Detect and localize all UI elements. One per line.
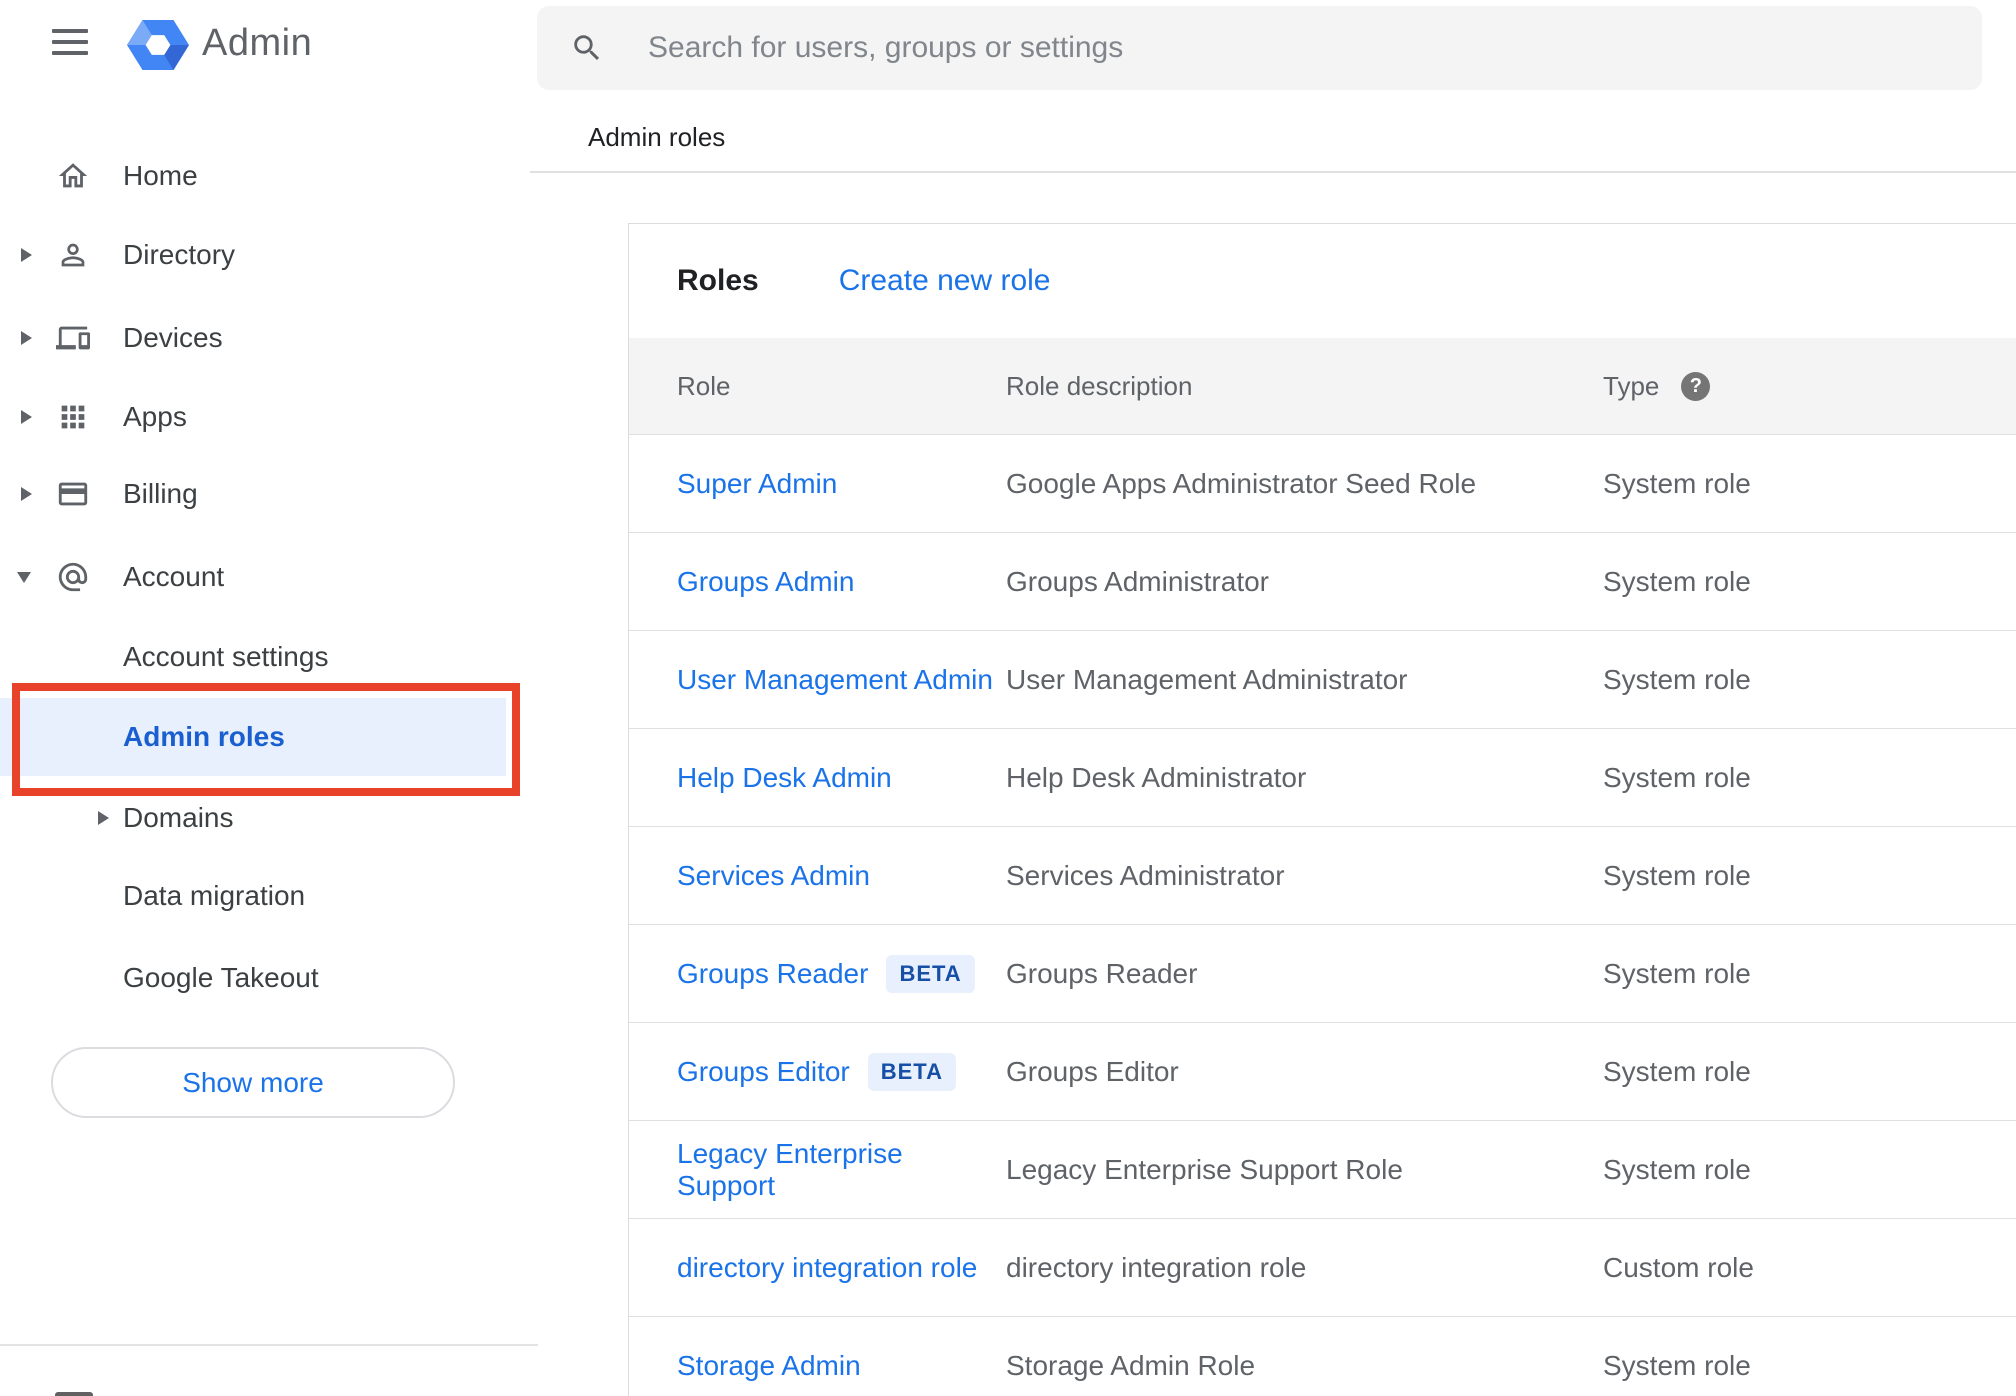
google-admin-console: Admin Home Directory Devices Apps Billin… — [0, 0, 2016, 1396]
table-row: directory integration role directory int… — [629, 1219, 2016, 1317]
sidebar-item-label: Billing — [123, 478, 198, 509]
product-title: Admin — [202, 22, 313, 64]
sidebar-item-label: Account — [123, 561, 225, 592]
sidebar-item-label: Data migration — [123, 880, 306, 911]
roles-card: Roles Create new role Role Role descript… — [628, 223, 2016, 1396]
credit-card-icon — [56, 477, 90, 511]
role-link[interactable]: Legacy Enterprise Support — [677, 1138, 1006, 1202]
apps-grid-icon — [56, 400, 90, 434]
header-divider — [530, 171, 2016, 173]
role-type: System role — [1603, 1349, 1751, 1381]
table-row: Storage Admin Storage Admin Role System … — [629, 1317, 2016, 1396]
expand-caret-icon[interactable] — [21, 487, 32, 501]
table-row: Groups Editor BETA Groups Editor System … — [629, 1023, 2016, 1121]
role-type: System role — [1603, 761, 1751, 793]
table-row: Services Admin Services Administrator Sy… — [629, 827, 2016, 925]
sidebar-item-label: Admin roles — [123, 721, 285, 752]
partial-bottom-icon — [55, 1392, 93, 1396]
sidebar-item-apps[interactable]: Apps — [0, 377, 538, 457]
card-title: Roles — [677, 264, 759, 297]
role-description: Groups Reader — [1006, 957, 1198, 989]
role-link[interactable]: Services Admin — [677, 860, 870, 892]
table-row: Groups Admin Groups Administrator System… — [629, 533, 2016, 631]
sidebar-item-label: Account settings — [123, 641, 329, 672]
collapse-caret-icon[interactable] — [17, 571, 31, 583]
person-icon — [56, 238, 90, 272]
roles-card-header: Roles Create new role — [629, 224, 2016, 338]
sidebar-item-label: Directory — [123, 239, 236, 270]
expand-caret-icon[interactable] — [21, 248, 32, 262]
role-description: Services Administrator — [1006, 859, 1285, 891]
sidebar-item-home[interactable]: Home — [0, 136, 538, 216]
role-description: User Management Administrator — [1006, 663, 1408, 695]
role-type: System role — [1603, 957, 1751, 989]
column-header-role: Role — [677, 370, 731, 401]
sidebar-item-account[interactable]: Account — [0, 537, 538, 617]
home-icon — [56, 159, 90, 193]
sidebar-item-domains[interactable]: Domains — [0, 778, 538, 858]
help-icon[interactable]: ? — [1681, 371, 1711, 401]
column-header-description: Role description — [1006, 370, 1193, 401]
expand-caret-icon[interactable] — [98, 811, 109, 825]
show-more-button[interactable]: Show more — [51, 1047, 455, 1118]
role-type: System role — [1603, 663, 1751, 695]
sidebar-item-admin-roles-selected[interactable]: Admin roles — [0, 698, 506, 776]
role-description: Groups Editor — [1006, 1055, 1179, 1087]
role-link[interactable]: Groups Reader — [677, 958, 868, 990]
role-type: System role — [1603, 1153, 1751, 1185]
admin-logo-icon — [127, 16, 189, 74]
sidebar-item-label: Domains — [123, 802, 234, 833]
role-link[interactable]: Help Desk Admin — [677, 762, 892, 794]
create-new-role-link[interactable]: Create new role — [839, 264, 1051, 298]
sidebar-item-devices[interactable]: Devices — [0, 298, 538, 378]
beta-badge: BETA — [867, 1052, 957, 1091]
sidebar-item-billing[interactable]: Billing — [0, 454, 538, 534]
role-description: Help Desk Administrator — [1006, 761, 1307, 793]
role-description: Google Apps Administrator Seed Role — [1006, 467, 1477, 499]
role-link[interactable]: User Management Admin — [677, 664, 993, 696]
sidebar-item-label: Google Takeout — [123, 962, 319, 993]
column-header-type: Type — [1603, 370, 1660, 401]
sidebar-item-label: Devices — [123, 322, 223, 353]
table-row: Super Admin Google Apps Administrator Se… — [629, 435, 2016, 533]
table-row: User Management Admin User Management Ad… — [629, 631, 2016, 729]
table-row: Help Desk Admin Help Desk Administrator … — [629, 729, 2016, 827]
sidebar-bottom-divider — [0, 1344, 538, 1346]
table-row: Groups Reader BETA Groups Reader System … — [629, 925, 2016, 1023]
role-link[interactable]: Groups Admin — [677, 566, 854, 598]
role-type: System role — [1603, 859, 1751, 891]
role-type: System role — [1603, 1055, 1751, 1087]
devices-icon — [56, 321, 90, 355]
role-description: Legacy Enterprise Support Role — [1006, 1153, 1403, 1185]
table-header-row: Role Role description Type ? — [629, 338, 2016, 435]
role-link[interactable]: Storage Admin — [677, 1350, 861, 1382]
expand-caret-icon[interactable] — [21, 331, 32, 345]
beta-badge: BETA — [886, 954, 975, 993]
role-type: Custom role — [1603, 1251, 1754, 1283]
role-description: Storage Admin Role — [1006, 1349, 1256, 1381]
search-input[interactable] — [646, 30, 1850, 66]
role-link[interactable]: Super Admin — [677, 468, 837, 500]
table-row: Legacy Enterprise Support Legacy Enterpr… — [629, 1121, 2016, 1219]
sidebar-item-label: Apps — [123, 401, 187, 432]
search-bar[interactable] — [537, 6, 1982, 90]
sidebar-item-google-takeout[interactable]: Google Takeout — [0, 938, 538, 1018]
role-type: System role — [1603, 467, 1751, 499]
role-description: directory integration role — [1006, 1251, 1307, 1283]
at-sign-icon — [56, 560, 90, 594]
breadcrumb: Admin roles — [588, 122, 726, 152]
sidebar-item-data-migration[interactable]: Data migration — [0, 856, 538, 936]
expand-caret-icon[interactable] — [21, 410, 32, 424]
role-type: System role — [1603, 565, 1751, 597]
hamburger-menu-icon[interactable] — [52, 29, 88, 55]
search-icon — [570, 31, 604, 65]
sidebar: Admin Home Directory Devices Apps Billin… — [0, 0, 538, 1396]
role-link[interactable]: directory integration role — [677, 1252, 977, 1284]
role-link[interactable]: Groups Editor — [677, 1056, 850, 1088]
sidebar-item-label: Home — [123, 160, 198, 191]
sidebar-item-directory[interactable]: Directory — [0, 215, 538, 295]
role-description: Groups Administrator — [1006, 565, 1269, 597]
sidebar-item-account-settings[interactable]: Account settings — [0, 617, 538, 697]
